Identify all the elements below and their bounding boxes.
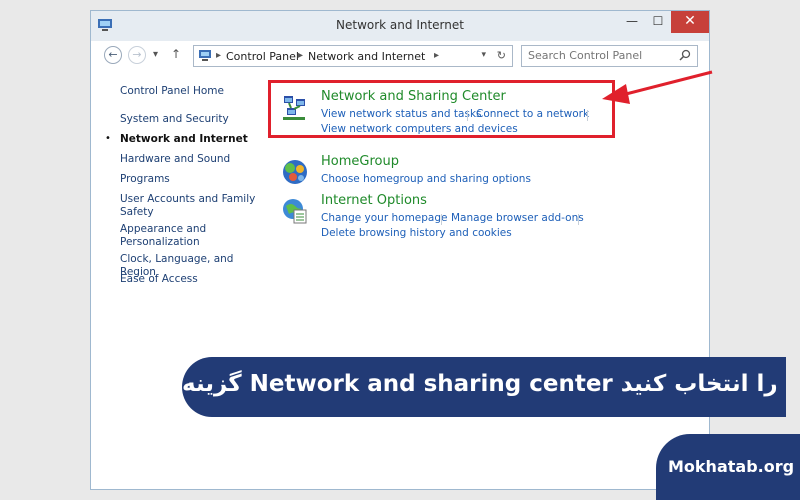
internet-options-icon bbox=[283, 199, 307, 224]
sidebar-item-control-panel-home[interactable]: Control Panel Home bbox=[120, 85, 260, 98]
control-panel-icon bbox=[199, 50, 211, 61]
up-button[interactable]: ↑ bbox=[171, 47, 181, 61]
manage-add-ons-link[interactable]: Manage browser add-ons bbox=[451, 212, 584, 224]
brand-logo-text: Mokhatab.org bbox=[668, 457, 795, 476]
category-internet-options: Internet Options Change your homepage Ma… bbox=[276, 193, 676, 243]
address-bar[interactable]: ▸ Control Panel ▸ Network and Internet ▸… bbox=[193, 45, 513, 67]
sidebar-item-appearance[interactable]: Appearance and Personalization bbox=[120, 223, 260, 249]
homegroup-icon bbox=[283, 160, 307, 184]
link-divider bbox=[578, 214, 579, 225]
sidebar-item-system-and-security[interactable]: System and Security bbox=[120, 113, 260, 126]
instruction-text: گزینه Network and sharing center را انتخ… bbox=[182, 371, 778, 397]
forward-button[interactable]: → bbox=[128, 46, 146, 64]
navigation-bar: ← → ▾ ↑ ▸ Control Panel ▸ Network and In… bbox=[91, 41, 709, 71]
change-homepage-link[interactable]: Change your homepage bbox=[321, 212, 447, 224]
breadcrumb-network-and-internet[interactable]: Network and Internet bbox=[308, 50, 425, 63]
sidebar-item-hardware-and-sound[interactable]: Hardware and Sound bbox=[120, 153, 260, 166]
search-input[interactable] bbox=[528, 49, 668, 62]
maximize-button[interactable]: ☐ bbox=[645, 11, 671, 33]
sidebar-item-network-and-internet: Network and Internet bbox=[120, 133, 248, 145]
title-bar: Network and Internet — ☐ ✕ bbox=[91, 11, 709, 41]
brand-badge: Mokhatab.org bbox=[656, 434, 800, 500]
breadcrumb-separator: ▸ bbox=[434, 50, 440, 61]
homegroup-sharing-options-link[interactable]: Choose homegroup and sharing options bbox=[321, 173, 531, 185]
internet-options-link[interactable]: Internet Options bbox=[321, 193, 427, 208]
minimize-button[interactable]: — bbox=[619, 11, 645, 33]
delete-browsing-history-link[interactable]: Delete browsing history and cookies bbox=[321, 227, 512, 239]
sidebar-item-programs[interactable]: Programs bbox=[120, 173, 260, 186]
close-button[interactable]: ✕ bbox=[671, 11, 709, 33]
search-box[interactable] bbox=[521, 45, 698, 67]
instruction-banner: گزینه Network and sharing center را انتخ… bbox=[182, 357, 786, 417]
highlight-box bbox=[268, 80, 615, 138]
link-divider bbox=[441, 214, 442, 225]
breadcrumb-separator: ▸ bbox=[216, 50, 222, 61]
address-dropdown-button[interactable]: ▾ bbox=[481, 50, 486, 60]
window-title: Network and Internet bbox=[336, 18, 464, 32]
category-homegroup: HomeGroup Choose homegroup and sharing o… bbox=[276, 154, 676, 190]
back-button[interactable]: ← bbox=[104, 46, 122, 64]
sidebar-item-ease-of-access[interactable]: Ease of Access bbox=[120, 273, 260, 286]
refresh-button[interactable]: ↻ bbox=[497, 49, 506, 62]
sidebar-item-user-accounts[interactable]: User Accounts and Family Safety bbox=[120, 193, 260, 219]
breadcrumb-separator: ▸ bbox=[298, 50, 304, 61]
search-icon[interactable] bbox=[679, 49, 691, 61]
recent-pages-dropdown[interactable]: ▾ bbox=[153, 49, 158, 60]
breadcrumb-control-panel[interactable]: Control Panel bbox=[226, 50, 299, 63]
active-item-bullet: • bbox=[105, 133, 111, 144]
homegroup-link[interactable]: HomeGroup bbox=[321, 154, 399, 169]
